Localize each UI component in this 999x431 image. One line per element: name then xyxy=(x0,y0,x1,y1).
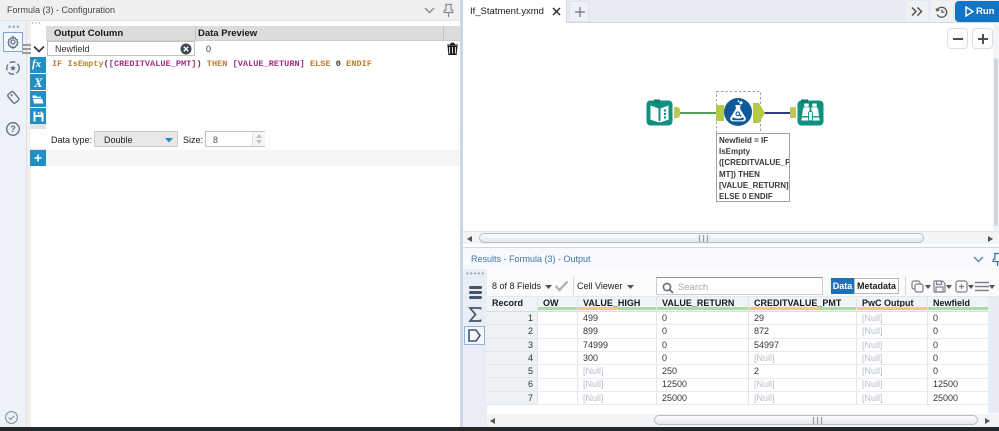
svg-text:?: ? xyxy=(10,124,16,134)
